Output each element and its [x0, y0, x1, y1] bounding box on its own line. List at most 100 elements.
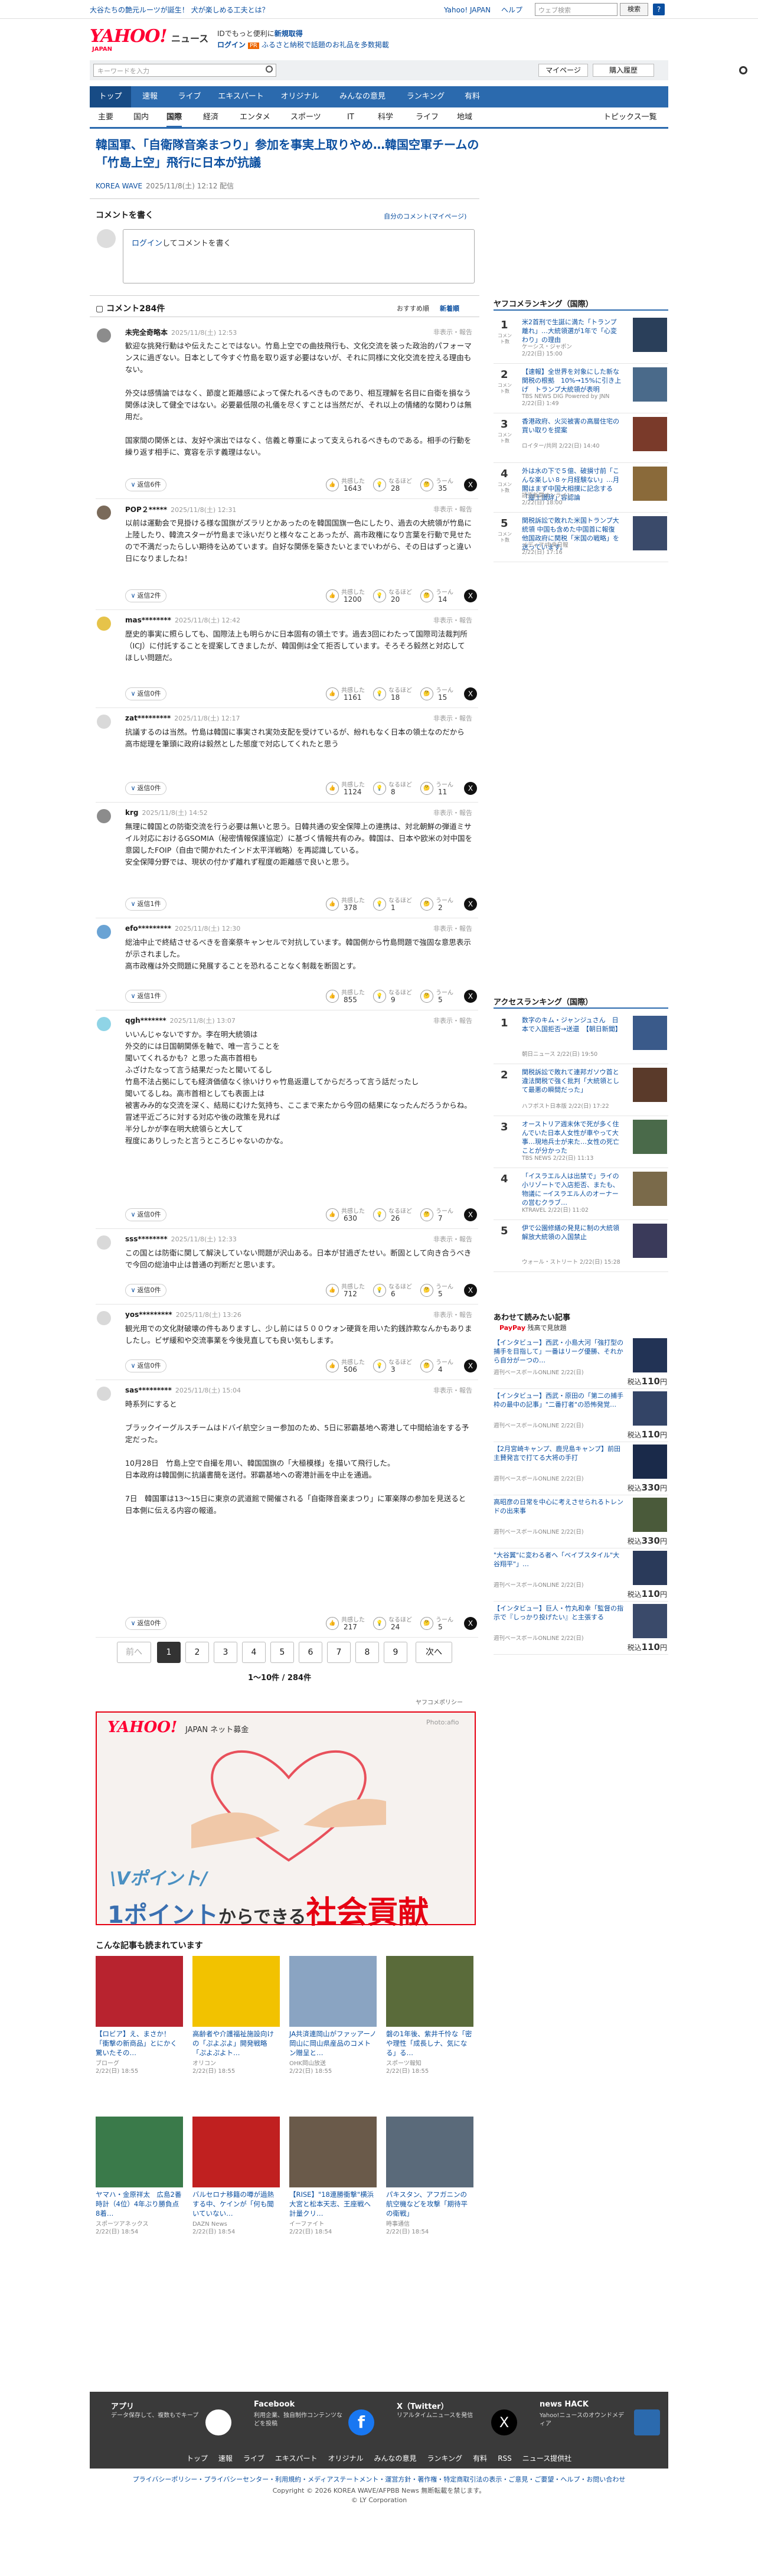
- article-source[interactable]: KOREA WAVE: [96, 182, 142, 190]
- yahoo-japan-link[interactable]: Yahoo! JAPAN: [444, 6, 491, 14]
- footer-nav-item[interactable]: 有料: [473, 2454, 487, 2463]
- cat-life[interactable]: ライフ: [416, 107, 439, 128]
- paid-title[interactable]: "大谷翼"に変わる者へ「ベイブスタイル"大谷翔平"」…: [494, 1551, 623, 1569]
- report-link[interactable]: 非表示・報告: [433, 1385, 472, 1395]
- nav-breaking[interactable]: 速報: [131, 86, 169, 107]
- empathize-button[interactable]: 👍 共感した 855: [326, 987, 372, 1005]
- cat-main[interactable]: 主要: [98, 107, 113, 128]
- hmm-button[interactable]: 🤔 うーん 7: [420, 1206, 466, 1224]
- footer-nav-item[interactable]: ニュース提供社: [522, 2454, 571, 2463]
- ranking-item[interactable]: 3 コメント数 香港政府、火災被害の高層住宅の買い取りを提案 ロイター/共同 2/22…: [494, 413, 668, 463]
- empathize-button[interactable]: 👍 共感した 712: [326, 1282, 372, 1299]
- access-item[interactable]: 4 「イスラエル人は出禁で」ライの小リゾートで入店拒否、またも、物議に ─イスラエ…: [494, 1168, 668, 1220]
- recommended-item[interactable]: 磐の1年後、紫井千怜な「密や理性「成長しナ、気になる」る… スポーツ報知 2/22(…: [386, 1956, 473, 2091]
- empathize-button[interactable]: 👍 共感した 378: [326, 895, 372, 913]
- paid-item[interactable]: 【インタビュー】西武・小島大河「強打型の捕手を目指して」一番はリーグ優勝、それか…: [494, 1336, 668, 1389]
- hmm-button[interactable]: 🤔 うーん 14: [420, 587, 466, 605]
- cat-it[interactable]: IT: [347, 107, 354, 128]
- web-search-button[interactable]: 検索: [620, 3, 648, 16]
- recommended-item[interactable]: バルセロナ移籍の噂が過熱する中、ケインが「何も聞いていない… DAZN News 2…: [192, 2117, 280, 2251]
- cat-science[interactable]: 科学: [378, 107, 393, 128]
- yahoo-logo[interactable]: YAHOO!: [90, 26, 168, 47]
- ranking-item[interactable]: 5 コメント数 関税訴訟で敗れた米国トランプ大統領 中国も含めた中国首に報復 他国政…: [494, 513, 668, 562]
- report-link[interactable]: 非表示・報告: [433, 615, 472, 625]
- service-name[interactable]: ニュース: [171, 31, 208, 45]
- paid-item[interactable]: 【2月宮崎キャンプ、鹿児島キャンプ】前田主賛発言で打てる大将の手打 週刊ベースボー…: [494, 1442, 668, 1495]
- footer-nav-item[interactable]: RSS: [498, 2454, 512, 2463]
- page-4-button[interactable]: 4: [242, 1642, 266, 1663]
- keyword-search-input[interactable]: キーワードを入力: [93, 64, 276, 77]
- topics-list-link[interactable]: トピックス一覧: [603, 107, 657, 128]
- reply-button[interactable]: ∨ 返信0件: [125, 1208, 166, 1221]
- report-link[interactable]: 非表示・報告: [433, 924, 472, 933]
- purchase-history-button[interactable]: 購入履歴: [593, 64, 654, 77]
- insightful-button[interactable]: 💡 なるほど 3: [373, 1357, 419, 1375]
- x-share-icon[interactable]: X: [464, 1617, 477, 1630]
- report-link[interactable]: 非表示・報告: [433, 1310, 472, 1319]
- empathize-button[interactable]: 👍 共感した 630: [326, 1206, 372, 1224]
- access-title[interactable]: 「イスラエル人は出禁で」ライの小リゾートで入店拒否、またも、物議に ─イスラエル…: [522, 1172, 622, 1207]
- reply-button[interactable]: ∨ 返信2件: [125, 589, 166, 602]
- furusato-link[interactable]: ふるさと納税で話題のお礼品を多数掲載: [262, 41, 389, 49]
- comment-user[interactable]: efo********* 2025/11/8(土) 12:30: [125, 924, 240, 933]
- mypage-button[interactable]: マイページ: [538, 64, 588, 77]
- x-share-icon[interactable]: X: [464, 478, 477, 491]
- cat-economy[interactable]: 経済: [203, 107, 218, 128]
- reply-button[interactable]: ∨ 返信0件: [125, 1617, 166, 1630]
- reply-button[interactable]: ∨ 返信0件: [125, 1284, 166, 1297]
- access-title[interactable]: 伊で公園修繕の発見に制の大統領 解放大統領の入国禁止: [522, 1224, 626, 1241]
- help-link[interactable]: ヘルプ: [501, 6, 522, 14]
- access-title[interactable]: 関税訴訟で敗れて連邦ガソウ首と違法関税で強く批判「大統領として最悪の瞬間だった」: [522, 1068, 622, 1094]
- hmm-button[interactable]: 🤔 うーん 35: [420, 476, 466, 494]
- nav-paid[interactable]: 有料: [455, 86, 490, 107]
- insightful-button[interactable]: 💡 なるほど 28: [373, 476, 419, 494]
- comment-policy-link[interactable]: ヤフコメポリシー: [416, 1697, 463, 1706]
- sort-recommended[interactable]: おすすめ順: [397, 305, 429, 312]
- access-title[interactable]: 数字のキム・ジャンジュさん 日本で入国拒否→送還 【朝日新聞】: [522, 1016, 622, 1033]
- paid-item[interactable]: 高昭彦の日常を中心に考えさせられるトレンドの出来事 週刊ベースボールONLINE …: [494, 1495, 668, 1548]
- paid-title[interactable]: 【インタビュー】巨人・竹丸和幸「監督の指示で『しっかり投げたい』と主張する: [494, 1604, 623, 1622]
- nav-live[interactable]: ライブ: [169, 86, 210, 107]
- gear-icon[interactable]: [739, 66, 747, 74]
- empathize-button[interactable]: 👍 共感した 1124: [326, 780, 372, 797]
- report-link[interactable]: 非表示・報告: [433, 504, 472, 514]
- page-1-button[interactable]: 1: [157, 1642, 181, 1663]
- footer-nav-item[interactable]: 速報: [218, 2454, 233, 2463]
- x-share-icon[interactable]: X: [464, 589, 477, 602]
- nav-opinions[interactable]: みんなの意見: [328, 86, 397, 107]
- hmm-button[interactable]: 🤔 うーん 5: [420, 987, 466, 1005]
- reply-button[interactable]: ∨ 返信1件: [125, 990, 166, 1003]
- comment-user[interactable]: qgh******* 2025/11/8(土) 13:07: [125, 1016, 236, 1025]
- comment-user[interactable]: sas********* 2025/11/8(土) 15:04: [125, 1385, 241, 1395]
- reply-button[interactable]: ∨ 返信1件: [125, 898, 166, 911]
- hmm-button[interactable]: 🤔 うーん 11: [420, 780, 466, 797]
- page-6-button[interactable]: 6: [299, 1642, 322, 1663]
- x-share-icon[interactable]: X: [464, 1359, 477, 1372]
- comment-user[interactable]: sss******** 2025/11/8(土) 12:33: [125, 1234, 237, 1244]
- recommended-item[interactable]: 【ロビア】え、まさか！「衝撃の新商品」とにかく驚いたその… ブローグ 2/22(日)…: [96, 1956, 183, 2091]
- nav-expert[interactable]: エキスパート: [210, 86, 272, 107]
- recommended-item[interactable]: 高齢者や介護福祉施設向けの「ぷよぷよ」開発戦略「ぷよぷよト… オリコン 2/22(日…: [192, 1956, 280, 2091]
- page-2-button[interactable]: 2: [185, 1642, 209, 1663]
- insightful-button[interactable]: 💡 なるほど 18: [373, 685, 419, 703]
- footer-facebook[interactable]: Facebook 利用企業、独自制作コンテンツなどを投稿 f: [244, 2400, 386, 2441]
- ranking-title[interactable]: 米2首刑で生誕に満た「トランプ離れ」…大統領選が1年で「心変わり」の理由: [522, 318, 622, 344]
- comment-user[interactable]: krg 2025/11/8(土) 14:52: [125, 808, 208, 817]
- ranking-item[interactable]: 1 コメント数 米2首刑で生誕に満た「トランプ離れ」…大統領選が1年で「心変わり」の…: [494, 314, 668, 364]
- paid-title[interactable]: 【2月宮崎キャンプ、鹿児島キャンプ】前田主賛発言で打てる大将の手打: [494, 1444, 623, 1462]
- ranking-title[interactable]: 香港政府、火災被害の高層住宅の買い取りを提案: [522, 417, 622, 435]
- insightful-button[interactable]: 💡 なるほど 26: [373, 1206, 419, 1224]
- search-icon[interactable]: [266, 66, 273, 73]
- footer-nav-item[interactable]: トップ: [187, 2454, 208, 2463]
- empathize-button[interactable]: 👍 共感した 1161: [326, 685, 372, 703]
- page-5-button[interactable]: 5: [270, 1642, 294, 1663]
- empathize-button[interactable]: 👍 共感した 1200: [326, 587, 372, 605]
- paid-title[interactable]: 高昭彦の日常を中心に考えさせられるトレンドの出来事: [494, 1498, 623, 1515]
- x-share-icon[interactable]: X: [464, 1284, 477, 1297]
- page-3-button[interactable]: 3: [214, 1642, 237, 1663]
- nav-top[interactable]: トップ: [90, 86, 131, 107]
- recommended-title[interactable]: パキスタン、アフガニンの航空機などを攻撃「期待平の衛戦」: [386, 2190, 473, 2218]
- recommended-item[interactable]: JA共済連岡山がファッアーノ岡山に岡山県産品のコメトン贈呈と… OHK岡山放送 2/…: [289, 1956, 377, 2091]
- access-item[interactable]: 1 数字のキム・ジャンジュさん 日本で入国拒否→送還 【朝日新聞】 朝日ニュース 2…: [494, 1012, 668, 1064]
- recommended-title[interactable]: 【ロビア】え、まさか！「衝撃の新商品」とにかく驚いたその…: [96, 2029, 183, 2057]
